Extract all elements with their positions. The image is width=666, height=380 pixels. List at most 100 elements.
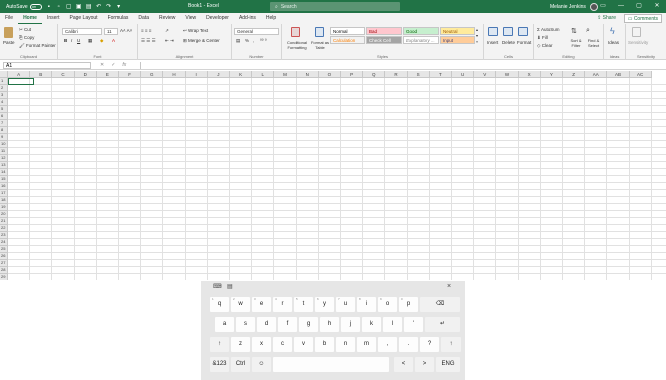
key-u[interactable]: 7u [336,297,355,312]
row-header-17[interactable]: 17 [0,190,8,197]
row-header-5[interactable]: 5 [0,106,8,113]
column-header-d[interactable]: D [74,71,97,78]
indent-icon[interactable]: ⇤ ⇥ [165,38,174,44]
sort-filter-icon[interactable]: ⇅ [571,27,577,35]
key-e[interactable]: 3e [252,297,271,312]
ideas-button[interactable]: Ideas [608,40,619,45]
key-g[interactable]: g [299,317,318,332]
style-bad[interactable]: Bad [366,27,402,35]
row-header-28[interactable]: 28 [0,267,8,274]
enter-key[interactable]: ↵ [425,317,460,332]
column-header-m[interactable]: M [274,71,297,78]
print-icon[interactable]: ▤ [86,4,92,10]
row-header-18[interactable]: 18 [0,197,8,204]
new-icon[interactable]: ▢ [66,4,72,10]
key-i[interactable]: 8i [357,297,376,312]
styles-scroll-icon[interactable]: ▴ ▾ ▿ [476,27,478,45]
paste-icon[interactable] [4,27,13,38]
row-header-16[interactable]: 16 [0,183,8,190]
align-top-icon[interactable]: ≡ ≡ ≡ [141,28,151,33]
style-calculation[interactable]: Calculation [330,36,365,44]
style-check-cell[interactable]: Check Cell [366,36,402,44]
cancel-icon[interactable]: ✕ [100,61,104,70]
find-select-icon[interactable]: ⌕ [586,27,590,35]
backspace-key[interactable]: ⌫ [420,297,460,312]
column-header-e[interactable]: E [96,71,119,78]
print-preview-icon[interactable]: ▣ [76,4,82,10]
format-painter-button[interactable]: 🖌 Format Painter [19,43,56,49]
row-header-13[interactable]: 13 [0,162,8,169]
key-h[interactable]: h [320,317,339,332]
row-header-9[interactable]: 9 [0,134,8,141]
delete-cells-icon[interactable] [503,27,513,36]
key-v[interactable]: v [294,337,313,352]
format-table-button[interactable]: Format as Table [310,40,330,50]
underline-button[interactable]: U [77,38,80,43]
column-header-n[interactable]: N [296,71,319,78]
column-header-j[interactable]: J [207,71,230,78]
row-header-23[interactable]: 23 [0,232,8,239]
key-period[interactable]: . [399,337,418,352]
key-x[interactable]: x [252,337,271,352]
left-arrow-key[interactable]: < [394,357,413,372]
style-neutral[interactable]: Neutral [440,27,475,35]
customize-icon[interactable]: ▾ [116,4,122,10]
row-header-27[interactable]: 27 [0,260,8,267]
format-cells-icon[interactable] [518,27,528,36]
row-header-2[interactable]: 2 [0,85,8,92]
key-d[interactable]: d [257,317,276,332]
column-header-f[interactable]: F [119,71,142,78]
key-comma[interactable]: , [378,337,397,352]
column-header-w[interactable]: W [496,71,519,78]
emoji-key[interactable]: ☺ [252,357,271,372]
tab-page-layout[interactable]: Page Layout [64,13,102,24]
row-header-1[interactable]: 1 [0,78,8,85]
column-header-l[interactable]: L [252,71,275,78]
find-select-button[interactable]: Find & Select [584,38,603,48]
key-c[interactable]: c [273,337,292,352]
borders-icon[interactable]: ▦ [88,38,92,44]
row-header-10[interactable]: 10 [0,141,8,148]
column-header-k[interactable]: K [230,71,253,78]
key-y[interactable]: 6y [315,297,334,312]
tab-data[interactable]: Data [133,13,154,24]
tab-review[interactable]: Review [154,13,180,24]
row-header-4[interactable]: 4 [0,99,8,106]
key-k[interactable]: k [362,317,381,332]
row-header-26[interactable]: 26 [0,253,8,260]
key-t[interactable]: 5t [294,297,313,312]
fill-color-icon[interactable]: ◆ [100,38,103,44]
row-header-7[interactable]: 7 [0,120,8,127]
comments-button[interactable]: ▭ Comments [623,14,662,23]
column-header-o[interactable]: O [318,71,341,78]
clear-button[interactable]: ◇ Clear [537,43,552,49]
shift-right-key[interactable]: ↑ [441,337,461,352]
column-header-b[interactable]: B [30,71,53,78]
key-q[interactable]: 1q [210,297,229,312]
key-p[interactable]: 0p [399,297,418,312]
column-header-v[interactable]: V [474,71,497,78]
decimal-icon[interactable]: ⁰⁰ ⁰ [260,38,267,44]
paste-button[interactable]: Paste [3,40,15,45]
row-header-20[interactable]: 20 [0,211,8,218]
undo-icon[interactable]: ↶ [96,4,102,10]
column-header-p[interactable]: P [341,71,364,78]
row-header-24[interactable]: 24 [0,239,8,246]
key-j[interactable]: j [341,317,360,332]
key-a[interactable]: a [215,317,234,332]
merge-center-button[interactable]: ⊞ Merge & Center [183,38,220,44]
autosave-toggle[interactable]: AutoSave Off [6,3,42,10]
row-header-19[interactable]: 19 [0,204,8,211]
row-header-6[interactable]: 6 [0,113,8,120]
insert-button[interactable]: Insert [487,40,498,45]
column-header-aa[interactable]: AA [585,71,608,78]
format-table-icon[interactable] [315,27,324,37]
tab-view[interactable]: View [180,13,201,24]
row-header-12[interactable]: 12 [0,155,8,162]
column-header-t[interactable]: T [429,71,452,78]
style-good[interactable]: Good [403,27,439,35]
insert-function-button[interactable]: fx [122,61,126,70]
redo-icon[interactable]: ↷ [106,4,112,10]
align-left-icon[interactable]: ☰ ☰ ☰ [141,38,156,44]
conditional-formatting-button[interactable]: Conditional Formatting [284,40,310,50]
